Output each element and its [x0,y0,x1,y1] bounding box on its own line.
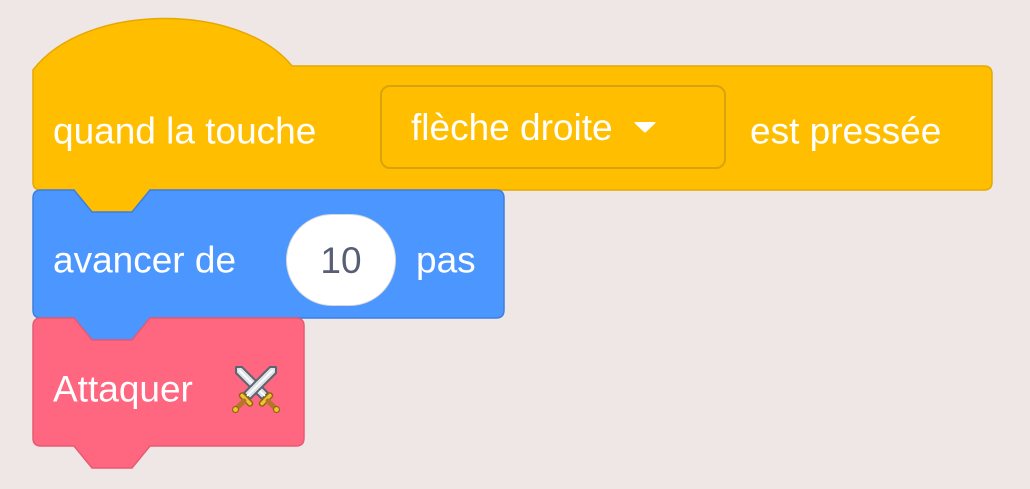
motion-text-after: pas [416,239,476,281]
attaquer-label: Attaquer [53,368,193,410]
steps-value: 10 [320,239,362,281]
hat-text-before: quand la touche [53,110,317,152]
steps-input[interactable]: 10 [286,214,396,306]
chevron-down-icon [634,122,656,133]
crossed-swords-icon [231,366,281,414]
key-dropdown-value: flèche droite [411,106,613,148]
key-dropdown[interactable]: flèche droite [380,85,726,169]
hat-text-after: est pressée [750,110,942,152]
motion-text-before: avancer de [53,239,237,281]
script-canvas: quand la touche flèche droite est pressé… [0,0,1030,489]
